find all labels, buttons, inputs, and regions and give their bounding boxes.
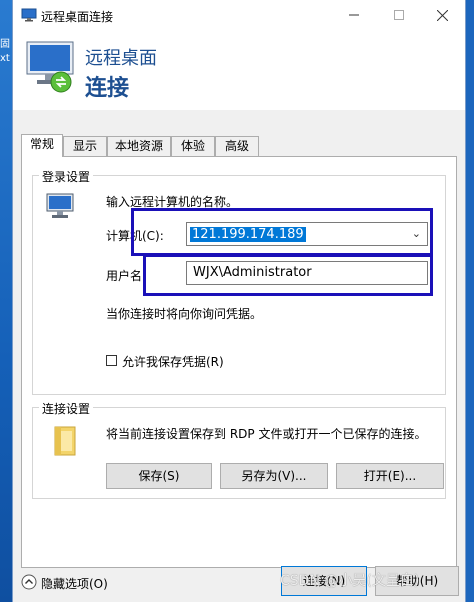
save-credentials-label[interactable]: 允许我保存凭据(R) bbox=[122, 353, 224, 370]
username-label: 用户名: bbox=[106, 269, 147, 283]
minimize-icon bbox=[349, 14, 359, 16]
header-title-line1: 远程桌面 bbox=[85, 48, 157, 69]
tab-experience[interactable]: 体验 bbox=[171, 136, 215, 156]
close-icon bbox=[436, 9, 448, 21]
connection-description: 将当前连接设置保存到 RDP 文件或打开一个已保存的连接。 bbox=[106, 427, 427, 441]
login-settings-title: 登录设置 bbox=[39, 168, 94, 185]
header-title-line2: 连接 bbox=[85, 76, 130, 101]
window-title: 远程桌面连接 bbox=[41, 10, 114, 24]
remote-desktop-window: 远程桌面连接 远程桌面 连接 常规 显示 本地资源 体验 高级 登录设置 输入远… bbox=[12, 0, 466, 602]
tab-display[interactable]: 显示 bbox=[63, 136, 107, 156]
remote-desktop-monitor-icon bbox=[25, 40, 77, 99]
close-button[interactable] bbox=[427, 4, 457, 26]
desktop-background bbox=[0, 0, 12, 602]
desktop-right-edge bbox=[466, 0, 474, 602]
computer-icon bbox=[46, 193, 80, 224]
tab-local-resources[interactable]: 本地资源 bbox=[107, 136, 171, 156]
tab-advanced[interactable]: 高级 bbox=[215, 136, 259, 156]
help-button[interactable]: 帮助(H) bbox=[375, 566, 459, 596]
save-credentials-checkbox[interactable] bbox=[106, 355, 117, 366]
hide-options-label[interactable]: 隐藏选项(O) bbox=[41, 575, 108, 592]
maximize-icon bbox=[394, 10, 404, 20]
desktop-edge-text: 固 xt bbox=[0, 39, 10, 64]
save-button[interactable]: 保存(S) bbox=[106, 463, 212, 489]
collapse-options-icon[interactable] bbox=[21, 574, 37, 593]
title-bar[interactable]: 远程桌面连接 bbox=[13, 0, 465, 30]
remote-desktop-app-icon bbox=[21, 8, 37, 25]
connect-button[interactable]: 连接(N) bbox=[281, 566, 367, 596]
connection-settings-title: 连接设置 bbox=[39, 400, 94, 417]
save-as-button[interactable]: 另存为(V)... bbox=[220, 463, 328, 489]
minimize-button[interactable] bbox=[339, 4, 369, 26]
open-button[interactable]: 打开(E)... bbox=[336, 463, 444, 489]
folder-icon bbox=[52, 425, 78, 460]
tab-general[interactable]: 常规 bbox=[21, 134, 63, 157]
dialog-header: 远程桌面 连接 bbox=[13, 30, 465, 110]
highlight-box-username bbox=[143, 254, 433, 296]
highlight-box-computer bbox=[131, 208, 433, 256]
maximize-button[interactable] bbox=[384, 4, 414, 26]
credential-note: 当你连接时将向你询问凭据。 bbox=[106, 307, 263, 321]
